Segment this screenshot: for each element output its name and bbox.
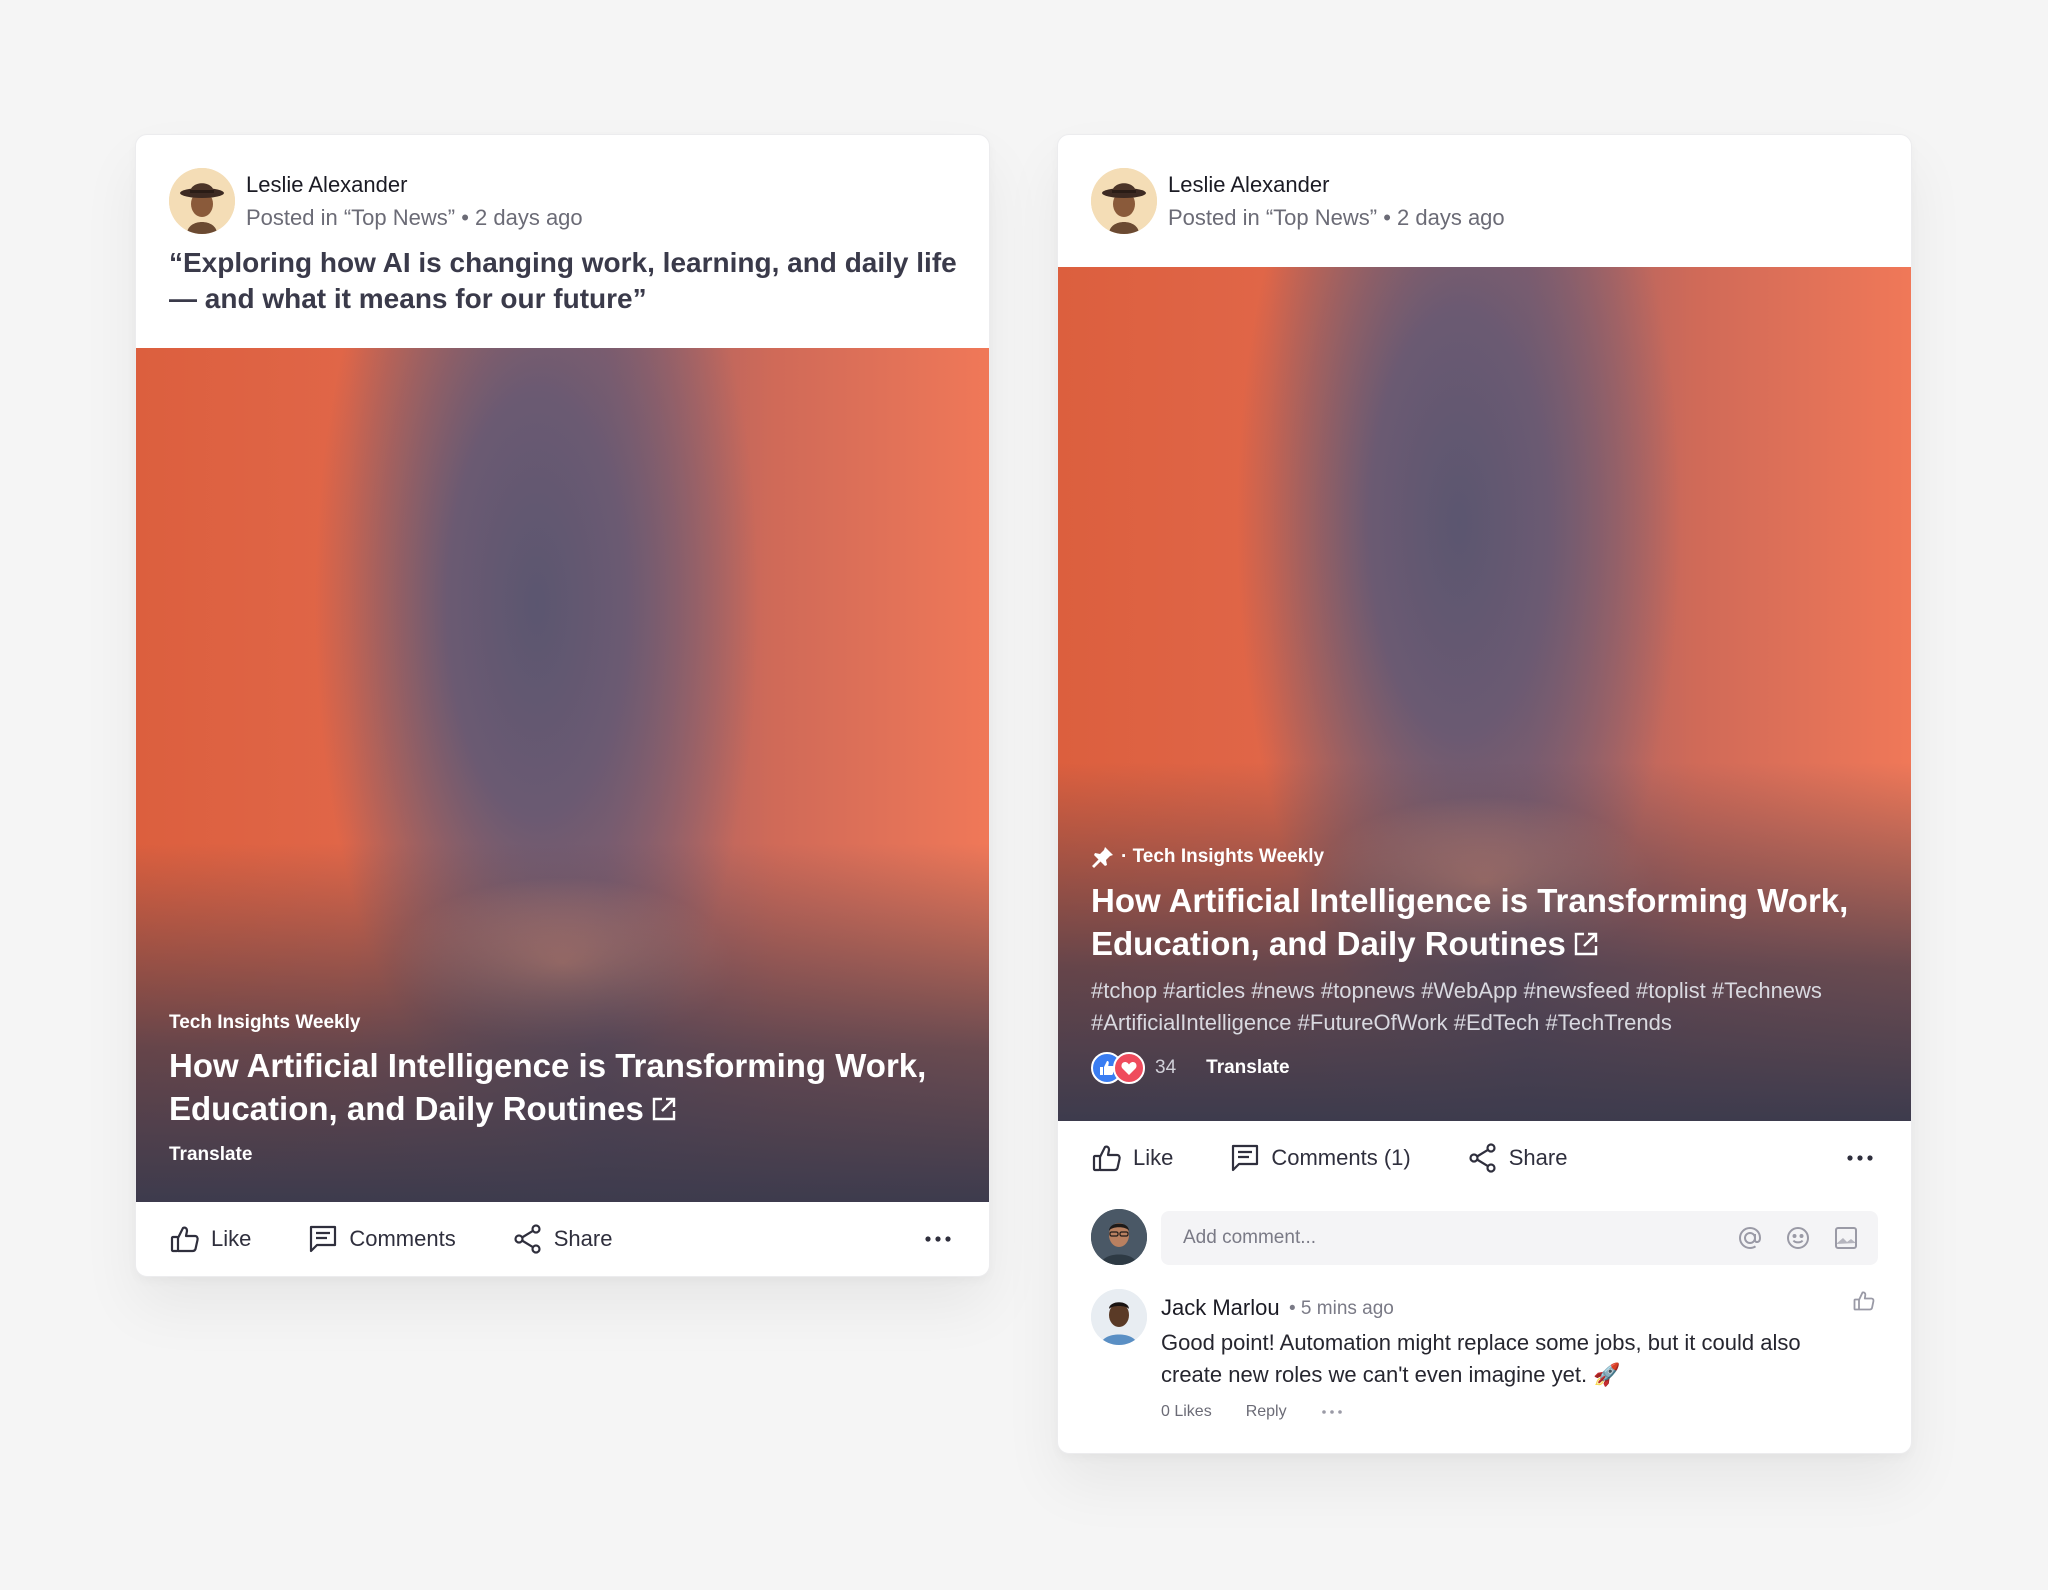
- post-quote: “Exploring how AI is changing work, lear…: [169, 247, 957, 314]
- pin-icon: [1091, 845, 1115, 869]
- share-label: Share: [553, 1226, 613, 1251]
- article-source: Tech Insights Weekly: [169, 1012, 361, 1033]
- article-hero-image[interactable]: Tech Insights Weekly How Artificial Inte…: [136, 348, 989, 1202]
- at-sign-icon[interactable]: [1736, 1224, 1764, 1252]
- like-label: Like: [211, 1226, 252, 1251]
- translate-button[interactable]: Translate: [1206, 1057, 1289, 1079]
- comment-likes-count[interactable]: 0 Likes: [1161, 1403, 1212, 1421]
- author-name[interactable]: Leslie Alexander: [246, 172, 407, 198]
- reaction-count[interactable]: 34: [1155, 1057, 1176, 1079]
- reactions-row: 34 Translate: [1091, 1051, 1878, 1085]
- current-user-avatar[interactable]: [1091, 1209, 1147, 1265]
- article-hero-image[interactable]: · Tech Insights Weekly How Artificial In…: [1058, 267, 1911, 1121]
- share-icon: [1469, 1143, 1496, 1173]
- author-avatar[interactable]: [1091, 168, 1157, 234]
- share-button[interactable]: Share: [512, 1223, 613, 1255]
- post-meta: Posted in “Top News” • 2 days ago: [246, 205, 583, 230]
- more-options-button[interactable]: [1842, 1140, 1878, 1176]
- post-card-2: Leslie Alexander Posted in “Top News” • …: [1057, 134, 1912, 1454]
- share-icon: [514, 1224, 541, 1254]
- post-actions: Like Comments Share: [169, 1217, 956, 1261]
- article-source: · Tech Insights Weekly: [1121, 846, 1325, 867]
- post-actions: Like Comments (1) Share: [1091, 1136, 1878, 1180]
- article-title-text[interactable]: How Artificial Intelligence is Transform…: [1091, 882, 1848, 962]
- comment-icon: [310, 1225, 337, 1253]
- comments-button[interactable]: Comments (1): [1229, 1142, 1411, 1174]
- translate-button[interactable]: Translate: [169, 1144, 956, 1166]
- more-horizontal-icon: [925, 1236, 951, 1242]
- like-button[interactable]: Like: [169, 1223, 251, 1255]
- post-meta: Posted in “Top News” • 2 days ago: [1168, 205, 1505, 230]
- comment-composer: [1091, 1209, 1878, 1265]
- external-link-icon[interactable]: [1572, 925, 1600, 956]
- like-label: Like: [1133, 1145, 1174, 1170]
- comment-text: Good point! Automation might replace som…: [1161, 1330, 1801, 1387]
- author-avatar[interactable]: [169, 168, 235, 234]
- share-button[interactable]: Share: [1467, 1142, 1568, 1174]
- comments-label: Comments (1): [1271, 1145, 1411, 1170]
- more-horizontal-icon[interactable]: [1321, 1409, 1343, 1415]
- comments-button[interactable]: Comments: [307, 1223, 456, 1255]
- hashtags[interactable]: #tchop #articles #news #topnews #WebApp …: [1091, 975, 1878, 1039]
- more-options-button[interactable]: [920, 1221, 956, 1257]
- comment-time: • 5 mins ago: [1289, 1298, 1394, 1319]
- article-source-line: · Tech Insights Weekly: [1091, 845, 1878, 869]
- comment-meta: 0 Likes Reply: [1161, 1403, 1343, 1421]
- smiley-icon[interactable]: [1784, 1224, 1812, 1252]
- comment-input-tools: [1736, 1224, 1860, 1252]
- external-link-icon[interactable]: [650, 1090, 678, 1121]
- thumbs-up-icon: [170, 1226, 199, 1253]
- reply-button[interactable]: Reply: [1246, 1403, 1287, 1421]
- like-button[interactable]: Like: [1091, 1142, 1173, 1174]
- more-horizontal-icon: [1847, 1155, 1873, 1161]
- article-overlay: · Tech Insights Weekly How Artificial In…: [1091, 845, 1878, 1085]
- post-card-1: Leslie Alexander Posted in “Top News” • …: [135, 134, 990, 1277]
- image-icon[interactable]: [1832, 1224, 1860, 1252]
- commenter-avatar[interactable]: [1091, 1289, 1147, 1345]
- article-title[interactable]: How Artificial Intelligence is Transform…: [1091, 879, 1878, 965]
- comments-label: Comments: [349, 1226, 456, 1251]
- commenter-name[interactable]: Jack Marlou: [1161, 1295, 1280, 1321]
- thumbs-up-icon: [1092, 1145, 1121, 1172]
- comment-icon: [1232, 1144, 1259, 1172]
- article-title[interactable]: How Artificial Intelligence is Transform…: [169, 1044, 956, 1130]
- article-overlay: Tech Insights Weekly How Artificial Inte…: [169, 1012, 956, 1166]
- share-label: Share: [1508, 1145, 1568, 1170]
- thumbs-up-icon[interactable]: [1852, 1289, 1876, 1313]
- author-name[interactable]: Leslie Alexander: [1168, 172, 1329, 198]
- love-reaction-icon[interactable]: [1113, 1052, 1145, 1084]
- article-title-text[interactable]: How Artificial Intelligence is Transform…: [169, 1047, 926, 1127]
